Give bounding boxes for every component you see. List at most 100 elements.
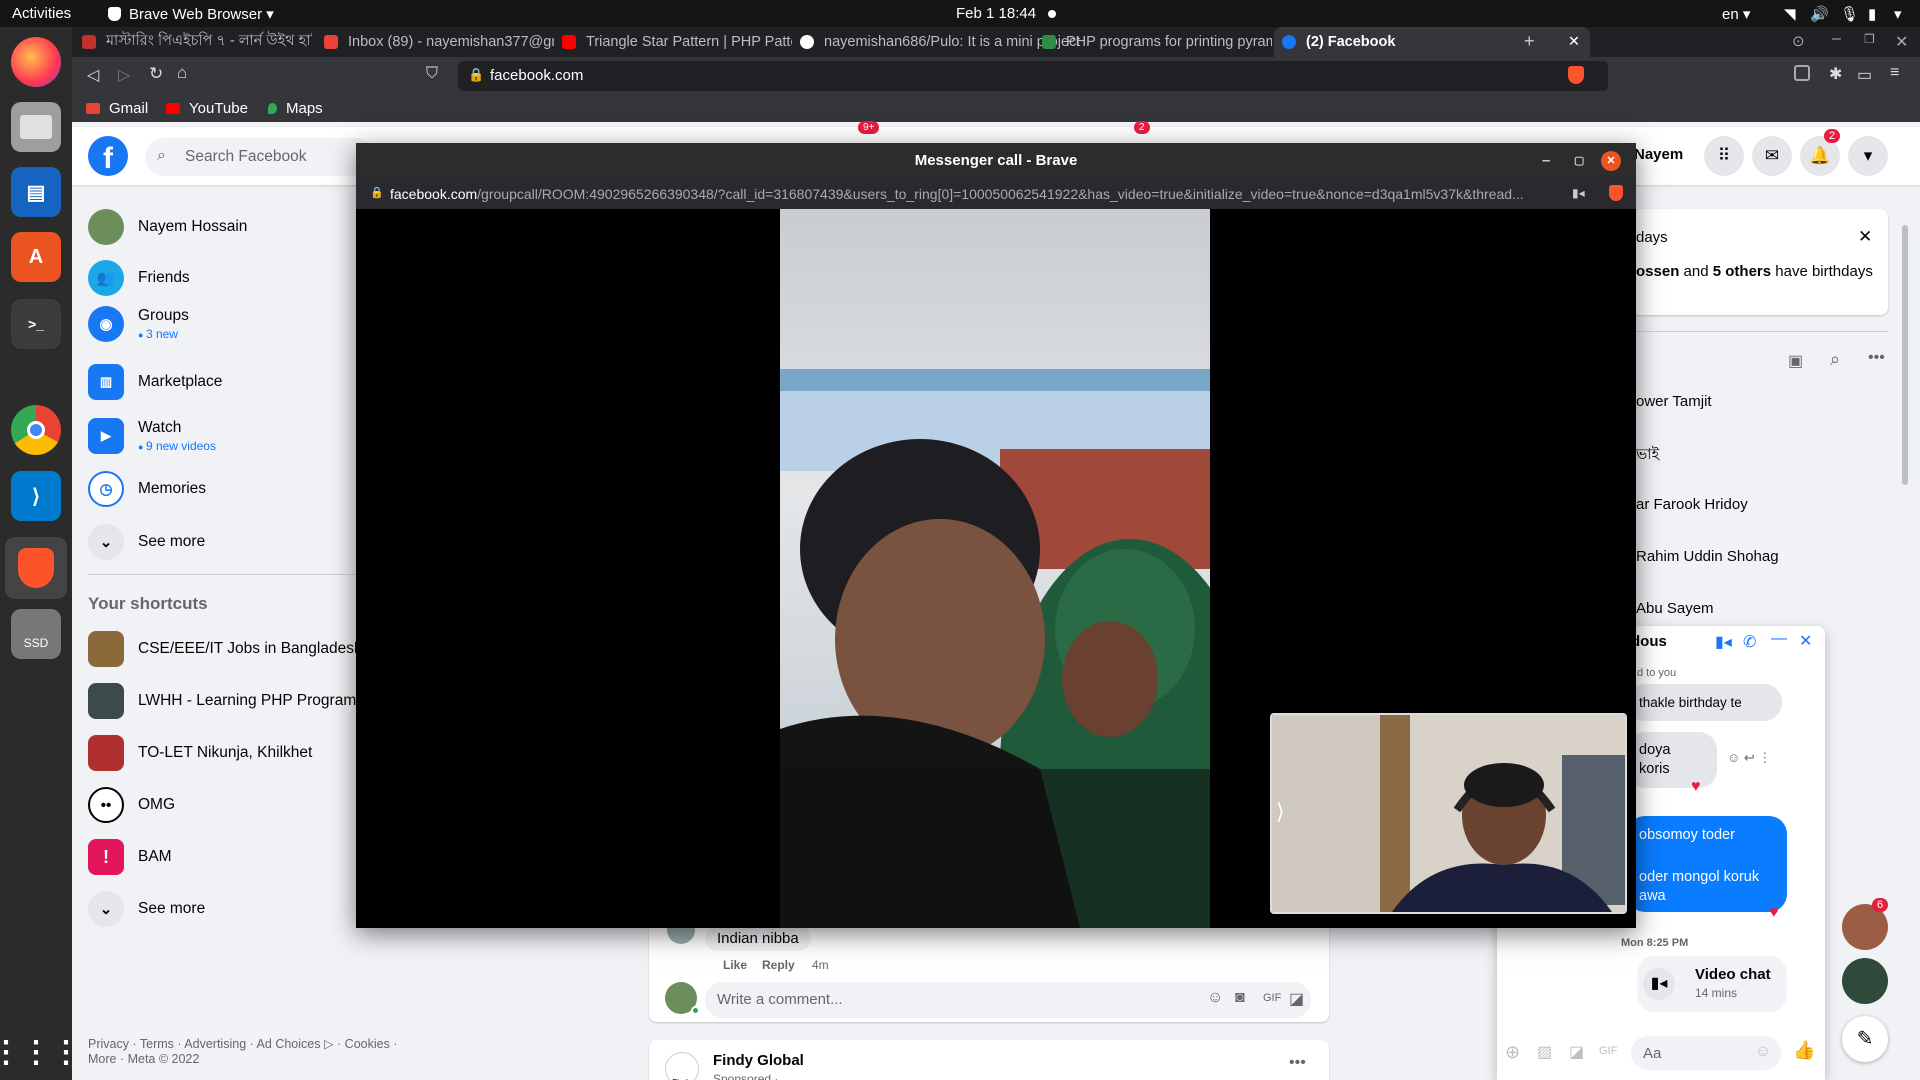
software-icon[interactable]: A bbox=[11, 232, 61, 282]
files-icon[interactable] bbox=[11, 102, 61, 152]
tab-youtube[interactable]: Triangle Star Pattern | PHP Pattern bbox=[562, 27, 792, 57]
facebook-logo-icon[interactable]: f bbox=[88, 136, 128, 176]
birthday-others[interactable]: 5 others bbox=[1713, 263, 1771, 280]
message-input[interactable]: Aa ☺ bbox=[1631, 1036, 1781, 1070]
forward-icon[interactable]: ▷ bbox=[118, 65, 130, 85]
self-view-video[interactable]: ⟩ bbox=[1270, 713, 1627, 914]
advertiser-logo[interactable]: Findy bbox=[665, 1052, 699, 1080]
shortcut-item[interactable]: LWHH - Learning PHP Programming bbox=[88, 683, 390, 719]
comment-like-link[interactable]: Like bbox=[723, 958, 747, 972]
sidebar-item-watch[interactable]: ▶ Watch 9 new videos bbox=[88, 418, 216, 454]
firefox-icon[interactable] bbox=[11, 37, 61, 87]
new-tab-icon[interactable]: + bbox=[1524, 31, 1535, 52]
plus-icon[interactable]: ⊕ bbox=[1505, 1042, 1520, 1063]
tab-gmail[interactable]: Inbox (89) - nayemishan377@gmail.com bbox=[324, 27, 554, 57]
ssd-icon[interactable]: SSD bbox=[11, 609, 61, 659]
contact-item[interactable]: Rahim Uddin Shohag bbox=[1636, 548, 1779, 565]
close-chat-icon[interactable]: ✕ bbox=[1799, 631, 1812, 651]
shortcuts-see-more[interactable]: ⌄ See more bbox=[88, 891, 205, 927]
chat-contact-name[interactable]: dous bbox=[1631, 633, 1667, 650]
shortcut-item[interactable]: TO-LET Nikunja, Khilkhet bbox=[88, 735, 312, 771]
new-room-icon[interactable]: ▣ bbox=[1788, 351, 1803, 371]
system-menu-icon[interactable]: ▾ bbox=[1894, 5, 1902, 23]
minimize-chat-icon[interactable]: — bbox=[1771, 630, 1787, 648]
bookmark-maps[interactable]: Maps bbox=[268, 100, 323, 117]
sidebar-item-marketplace[interactable]: ▥ Marketplace bbox=[88, 364, 222, 400]
microphone-icon[interactable]: 🎙 bbox=[1840, 5, 1859, 23]
gif-icon[interactable]: GIF bbox=[1599, 1045, 1617, 1057]
minimize-icon[interactable]: – bbox=[1542, 143, 1550, 179]
footer-links[interactable]: Privacy · Terms · Advertising · Ad Choic… bbox=[88, 1036, 397, 1051]
search-contacts-icon[interactable]: ⌕ bbox=[1830, 349, 1840, 370]
terminal-icon[interactable]: >_ bbox=[11, 299, 61, 349]
more-options-icon[interactable]: ••• bbox=[1868, 349, 1885, 367]
facebook-search[interactable]: ⌕ Search Facebook bbox=[145, 138, 375, 176]
more-options-icon[interactable]: ••• bbox=[1289, 1054, 1306, 1072]
wifi-icon[interactable]: ◥ bbox=[1784, 5, 1796, 23]
camera-in-use-icon[interactable]: ▮◂ bbox=[1572, 186, 1585, 200]
menu-icon[interactable]: ≡ bbox=[1890, 64, 1899, 82]
brave-shields-icon[interactable] bbox=[1568, 66, 1584, 84]
sticker-icon[interactable]: ◪ bbox=[1569, 1042, 1584, 1062]
bookmark-youtube[interactable]: YouTube bbox=[166, 100, 248, 117]
minimize-icon[interactable]: – bbox=[1832, 30, 1841, 48]
thumbs-up-icon[interactable]: 👍 bbox=[1793, 1040, 1815, 1061]
wallet-icon[interactable]: ▭ bbox=[1857, 65, 1872, 85]
maximize-icon[interactable]: ▢ bbox=[1574, 143, 1584, 179]
contact-item[interactable]: ভাই bbox=[1636, 443, 1659, 468]
tab-search-icon[interactable]: ⊙ bbox=[1792, 32, 1805, 50]
post-author[interactable]: Findy Global bbox=[713, 1052, 804, 1069]
reload-icon[interactable]: ↻ bbox=[149, 64, 163, 84]
camera-icon[interactable]: ◙ bbox=[1235, 989, 1245, 1007]
contact-item[interactable]: ar Farook Hridoy bbox=[1636, 496, 1748, 513]
home-icon[interactable]: ⌂ bbox=[177, 63, 187, 83]
tab-close-icon[interactable]: ✕ bbox=[1568, 34, 1580, 50]
contact-item[interactable]: ower Tamjit bbox=[1636, 393, 1712, 410]
sticker-icon[interactable]: ◪ bbox=[1289, 989, 1304, 1009]
birthday-person[interactable]: ossen bbox=[1636, 263, 1679, 280]
video-chat-summary[interactable]: ▮◂ Video chat 14 mins bbox=[1637, 956, 1787, 1012]
sidebar-item-profile[interactable]: Nayem Hossain bbox=[88, 209, 247, 245]
battery-icon[interactable]: ▮ bbox=[1868, 5, 1876, 23]
sidebar-item-friends[interactable]: 👥 Friends bbox=[88, 260, 190, 296]
sidebar-see-more[interactable]: ⌄ See more bbox=[88, 524, 205, 560]
volume-icon[interactable]: 🔊 bbox=[1810, 5, 1829, 23]
language-selector[interactable]: en ▾ bbox=[1722, 5, 1750, 23]
close-icon[interactable]: ✕ bbox=[1858, 227, 1872, 247]
scrollbar[interactable] bbox=[1902, 225, 1908, 485]
close-window-icon[interactable]: ✕ bbox=[1895, 32, 1908, 52]
vscode-icon[interactable]: ⟩ bbox=[11, 471, 61, 521]
collapse-self-view-icon[interactable]: ⟩ bbox=[1276, 799, 1285, 825]
app-menu[interactable]: Brave Web Browser ▾ bbox=[108, 5, 274, 23]
tab-mastering-php[interactable]: মাস্টারিং পিএইচপি ৭ - লার্ন উইথ হাসিন bbox=[82, 27, 312, 57]
messenger-icon[interactable]: ✉ bbox=[1752, 136, 1792, 176]
close-window-icon[interactable]: ✕ bbox=[1601, 151, 1621, 171]
react-icon[interactable]: ☺ ↩ ⋮ bbox=[1727, 750, 1771, 766]
shortcut-item[interactable]: CSE/EEE/IT Jobs in Bangladesh bbox=[88, 631, 363, 667]
video-call-icon[interactable]: ▮◂ bbox=[1715, 632, 1732, 652]
contact-item[interactable]: Abu Sayem bbox=[1636, 600, 1714, 617]
writer-icon[interactable]: ▤ bbox=[11, 167, 61, 217]
extensions-icon[interactable]: ✱ bbox=[1829, 64, 1842, 84]
bookmark-gmail[interactable]: Gmail bbox=[86, 100, 148, 117]
sidebar-item-groups[interactable]: ◉ Groups 3 new bbox=[88, 306, 189, 342]
new-message-icon[interactable]: ✎ bbox=[1842, 1016, 1888, 1062]
menu-grid-icon[interactable]: ⠿ bbox=[1704, 136, 1744, 176]
restore-icon[interactable]: ❐ bbox=[1864, 32, 1875, 46]
rewards-icon[interactable] bbox=[1794, 65, 1810, 81]
comment-input[interactable]: Write a comment... ☺ ◙ GIF ◪ bbox=[705, 982, 1311, 1018]
emoji-icon[interactable]: ☺ bbox=[1755, 1043, 1771, 1061]
activities-button[interactable]: Activities bbox=[12, 5, 71, 22]
brave-icon[interactable] bbox=[5, 537, 67, 599]
comment-reply-link[interactable]: Reply bbox=[762, 958, 795, 972]
tab-facebook[interactable]: (2) Facebook ✕ bbox=[1274, 27, 1590, 57]
clock[interactable]: Feb 1 18:44 bbox=[956, 5, 1036, 22]
chrome-icon[interactable] bbox=[11, 405, 61, 455]
app-grid-icon[interactable]: ⋮⋮⋮ bbox=[0, 1027, 81, 1077]
address-bar[interactable]: 🔒 facebook.com bbox=[458, 61, 1608, 91]
brave-shields-icon[interactable] bbox=[1609, 185, 1623, 201]
image-icon[interactable]: ▨ bbox=[1537, 1042, 1552, 1062]
shortcut-item[interactable]: ! BAM bbox=[88, 839, 172, 875]
profile-link[interactable]: Nayem bbox=[1634, 146, 1683, 163]
tab-geeksforgeeks[interactable]: PHP programs for printing pyramid bbox=[1042, 27, 1272, 57]
